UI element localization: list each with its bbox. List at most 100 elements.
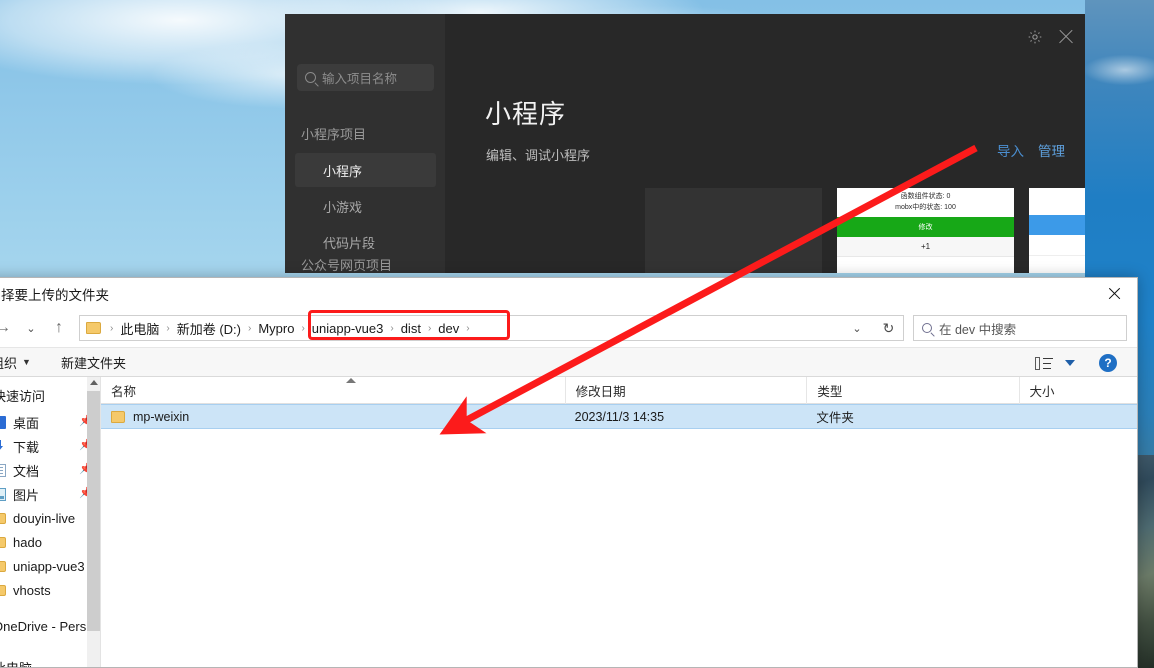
card1-increment-row: +1 [837,237,1014,257]
dialog-title-bar: 择要上传的文件夹 [0,278,1137,309]
close-icon[interactable] [1057,28,1075,46]
project-search-input[interactable]: 输入项目名称 [297,64,434,91]
close-icon [1107,286,1122,301]
nav-item-this-pc[interactable]: 此电脑 [0,651,100,667]
view-options [1035,348,1075,378]
dialog-search-input[interactable]: 在 dev 中搜索 [913,315,1127,341]
caret-down-icon[interactable] [1065,360,1075,366]
sidebar-group-miniprogram-title: 小程序项目 [301,127,367,142]
card2-test-button: 测试 [1029,215,1085,235]
dialog-navigation-bar: → ⌄ ↑ › 此电脑 › 新加卷 (D:) › Mypro › uniapp-… [0,309,1137,347]
nav-item-douyin-live[interactable]: douyin-live [0,506,100,530]
folder-picker-dialog[interactable]: 择要上传的文件夹 → ⌄ ↑ › 此电脑 › 新加卷 (D:) › Mypro … [0,277,1138,668]
breadcrumb-item-this-pc[interactable]: 此电脑 [118,319,161,338]
scrollbar-thumb[interactable] [87,391,100,631]
breadcrumb-separator: › [247,322,252,334]
sidebar-item-code-snippet[interactable]: 代码片段 [295,225,436,259]
new-folder-button[interactable]: 新建文件夹 [61,353,126,372]
project-card-preview-1[interactable]: 函数组件状态: 0 mobx中的状态: 100 修改 +1 [837,188,1014,273]
breadcrumb-item-mypro[interactable]: Mypro [256,321,296,336]
search-icon [305,72,316,83]
dialog-body: 快速访问 桌面 📌 下载 📌 文档 📌 图片 📌 [0,377,1137,667]
nav-item-hado[interactable]: hado [0,530,100,554]
nav-item-vhosts[interactable]: vhosts [0,578,100,602]
dialog-command-bar: 组织 ▼ 新建文件夹 ? [0,347,1137,377]
file-name: mp-weixin [133,409,190,424]
folder-icon [111,410,125,423]
import-link[interactable]: 导入 [997,140,1024,160]
nav-item-pictures[interactable]: 图片 📌 [0,482,100,506]
card1-state-line2: mobx中的状态: 100 [895,203,956,211]
dialog-close-button[interactable] [1091,278,1137,309]
folder-icon [86,322,101,334]
breadcrumb-separator: › [166,322,170,334]
pictures-icon [0,487,6,501]
nav-item-label: 文档 [13,463,40,479]
nav-item-downloads[interactable]: 下载 📌 [0,434,100,458]
wechat-devtools-window[interactable]: 输入项目名称 小程序项目 小程序 小游戏 代码片段 公众号网页项目 小程序 编辑… [285,14,1085,273]
nav-item-documents[interactable]: 文档 📌 [0,458,100,482]
page-title: 小程序 [485,99,567,129]
file-list-header: 名称 修改日期 类型 大小 [101,377,1137,404]
column-header-name[interactable]: 名称 [101,377,565,404]
nav-item-label: uniapp-vue3 [13,558,85,574]
chevron-down-icon[interactable]: ⌄ [846,316,868,340]
recent-locations-button[interactable]: ⌄ [17,314,45,342]
breadcrumb-item-drive-d[interactable]: 新加卷 (D:) [175,319,243,338]
view-list-icon[interactable] [1035,356,1053,370]
help-button[interactable]: ? [1099,354,1117,372]
sort-ascending-icon [346,378,356,383]
file-name-cell: mp-weixin [101,410,565,424]
manage-link[interactable]: 管理 [1038,140,1065,160]
devtools-main-panel: 小程序 编辑、调试小程序 导入 管理 函数组件状态: 0 mobx中的状态: 1… [445,14,1085,273]
column-header-size[interactable]: 大小 [1018,377,1137,404]
nav-item-label: hado [13,534,42,550]
devtools-sidebar: 输入项目名称 小程序项目 小程序 小游戏 代码片段 公众号网页项目 [285,14,445,273]
file-type-cell: 文件夹 [816,411,854,425]
nav-pane-scrollbar[interactable] [87,377,100,667]
organize-label: 组织 [0,355,18,371]
card1-state-line1: 函数组件状态: 0 [900,193,951,200]
sidebar-item-minigame[interactable]: 小游戏 [295,189,436,223]
nav-item-label: vhosts [13,582,51,598]
nav-item-label: 图片 [13,487,40,503]
sidebar-item-label: 代码片段 [323,235,376,251]
dialog-title: 择要上传的文件夹 [1,287,109,303]
project-card-placeholder[interactable] [645,188,822,273]
column-header-date[interactable]: 修改日期 [564,377,807,404]
navigation-pane: 快速访问 桌面 📌 下载 📌 文档 📌 图片 📌 [0,377,101,667]
organize-button[interactable]: 组织 ▼ [0,353,31,372]
search-icon [922,323,932,333]
download-icon [0,439,6,453]
nav-item-onedrive[interactable]: OneDrive - Pers [0,612,100,637]
sidebar-item-label: 小程序 [323,163,363,179]
forward-button[interactable]: → [0,314,17,342]
nav-item-label: douyin-live [13,510,76,526]
nav-item-label: 桌面 [13,415,40,431]
header-actions: 导入 管理 [997,140,1065,160]
nav-item-uniapp-vue3[interactable]: uniapp-vue3 [0,554,100,578]
dialog-search-placeholder: 在 dev 中搜索 [939,322,1017,337]
project-search-placeholder: 输入项目名称 [322,72,398,86]
sidebar-item-miniprogram[interactable]: 小程序 [295,153,436,187]
column-header-type[interactable]: 类型 [806,377,1018,404]
file-list-pane[interactable]: 名称 修改日期 类型 大小 mp-weixin 2023/11/3 14:35 … [101,377,1137,667]
sidebar-group-official-account-title: 公众号网页项目 [301,258,393,273]
gear-icon[interactable] [1027,29,1043,45]
up-button[interactable]: ↑ [45,314,73,342]
devtools-window-controls [1027,28,1075,46]
page-subtitle: 编辑、调试小程序 [486,148,591,163]
card2-export-row: 导出 [1029,235,1085,256]
breadcrumb-separator: › [110,322,114,334]
desktop-icon [0,415,6,429]
project-card-preview-2[interactable]: 赋值数据 测试 导出 [1029,188,1085,273]
refresh-button[interactable]: ↻ [874,315,904,341]
nav-item-label: 下载 [13,439,40,455]
nav-item-desktop[interactable]: 桌面 📌 [0,410,100,434]
sidebar-item-label: 小游戏 [323,199,363,215]
table-row[interactable]: mp-weixin 2023/11/3 14:35 文件夹 [101,404,1137,429]
scroll-up-icon[interactable] [90,380,98,385]
card1-modify-button: 修改 [837,217,1014,237]
caret-down-icon: ▼ [22,357,31,367]
folder-icon [0,584,6,596]
